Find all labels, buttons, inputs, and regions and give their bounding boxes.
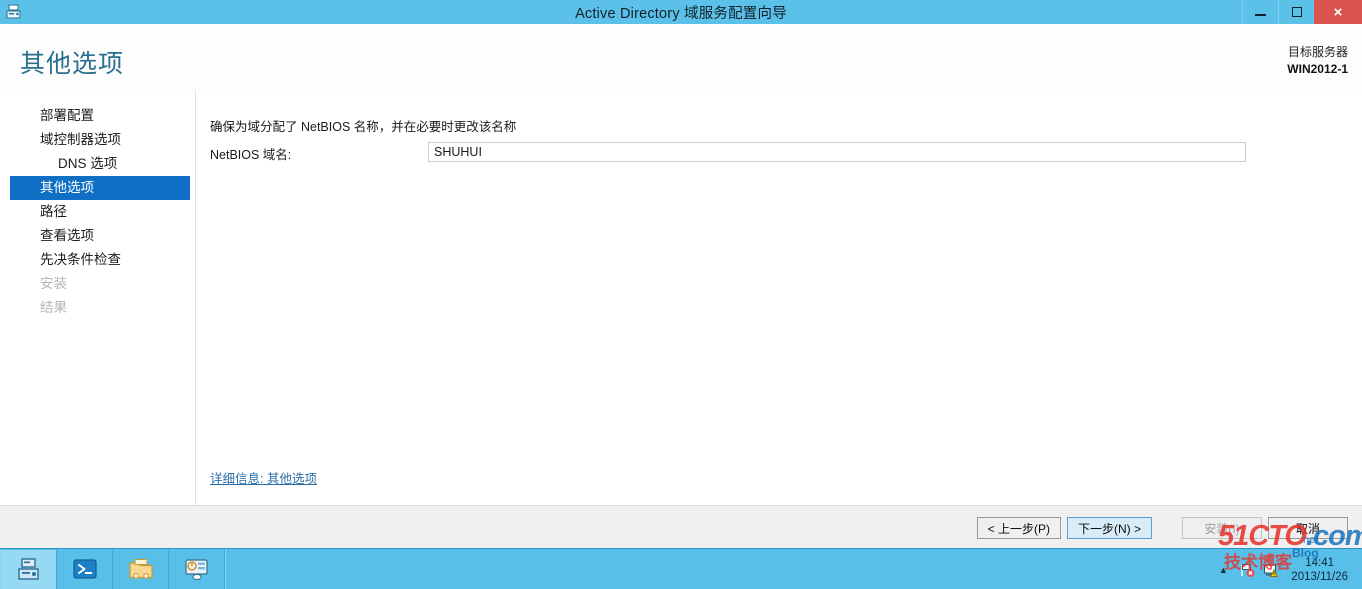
powershell-icon: [72, 559, 97, 579]
sidebar-item-dns-options[interactable]: DNS 选项: [10, 152, 190, 176]
netbios-domain-input[interactable]: [428, 142, 1246, 162]
window-controls: ×: [1242, 0, 1362, 24]
minimize-button[interactable]: [1242, 0, 1278, 24]
instruction-text: 确保为域分配了 NetBIOS 名称，并在必要时更改该名称: [210, 120, 517, 134]
action-center-icon[interactable]: [1235, 549, 1259, 589]
maximize-restore-button[interactable]: [1278, 0, 1314, 24]
taskbar-clock[interactable]: 14:41 2013/11/26: [1283, 556, 1356, 584]
next-button[interactable]: 下一步(N) >: [1066, 517, 1152, 539]
cancel-button[interactable]: 取消: [1268, 517, 1348, 539]
show-hidden-icons-button[interactable]: ▲: [1211, 549, 1235, 589]
page-title: 其他选项: [20, 50, 125, 78]
title-bar: Active Directory 域服务配置向导 ×: [0, 0, 1362, 24]
ad-ds-configuration-wizard-window: Active Directory 域服务配置向导 × 其他选项 目标服务器 WI…: [0, 0, 1362, 589]
netbios-domain-label: NetBIOS 域名:: [210, 148, 292, 162]
main-panel: 确保为域分配了 NetBIOS 名称，并在必要时更改该名称 NetBIOS 域名…: [196, 90, 1362, 505]
taskbar-item-server-manager[interactable]: [1, 549, 57, 589]
windows-taskbar: ▲ 14:41 2013/11/26: [0, 548, 1362, 589]
wizard-body: 部署配置 域控制器选项 DNS 选项 其他选项 路径 查看选项 先决条件检查 安…: [0, 90, 1362, 505]
control-panel-icon: [184, 559, 208, 581]
folder-icon: [128, 559, 153, 579]
taskbar-item-control-panel[interactable]: [169, 549, 225, 589]
sidebar-item-domain-controller-options[interactable]: 域控制器选项: [10, 128, 190, 152]
previous-button[interactable]: < 上一步(P): [976, 517, 1061, 539]
more-about-options-link[interactable]: 详细信息: 其他选项: [210, 468, 317, 487]
taskbar-item-file-explorer[interactable]: [113, 549, 169, 589]
network-warning-icon[interactable]: [1259, 549, 1283, 589]
install-button: 安装(I): [1182, 517, 1262, 539]
taskbar-items-end: [225, 548, 226, 589]
sidebar-item-additional-options[interactable]: 其他选项: [10, 176, 190, 200]
restore-icon: [1291, 7, 1302, 17]
wizard-header: 其他选项 目标服务器 WIN2012-1: [0, 24, 1362, 90]
wizard-steps-sidebar: 部署配置 域控制器选项 DNS 选项 其他选项 路径 查看选项 先决条件检查 安…: [0, 104, 195, 320]
server-manager-icon: [17, 558, 39, 580]
footer-button-group: < 上一步(P) 下一步(N) > 安装(I) 取消: [971, 517, 1348, 539]
sidebar-item-review-options[interactable]: 查看选项: [10, 224, 190, 248]
sidebar-item-prerequisites-check[interactable]: 先决条件检查: [10, 248, 190, 272]
wizard-footer: < 上一步(P) 下一步(N) > 安装(I) 取消: [0, 506, 1362, 548]
clock-date: 2013/11/26: [1291, 570, 1348, 583]
minimize-icon: [1255, 14, 1266, 16]
close-button[interactable]: ×: [1314, 0, 1362, 24]
target-server-label: 目标服务器: [1287, 45, 1348, 59]
sidebar-item-results: 结果: [40, 300, 67, 315]
system-tray: ▲ 14:41 2013/11/26: [1211, 549, 1362, 589]
target-server-block: 目标服务器 WIN2012-1: [1287, 44, 1348, 78]
sidebar-item-deployment-config[interactable]: 部署配置: [10, 104, 190, 128]
taskbar-item-powershell[interactable]: [57, 549, 113, 589]
sidebar-item-paths[interactable]: 路径: [10, 200, 190, 224]
window-title: Active Directory 域服务配置向导: [575, 5, 787, 22]
netbios-field-row: NetBIOS 域名:: [210, 142, 1246, 162]
target-server-name: WIN2012-1: [1287, 62, 1348, 76]
clock-time: 14:41: [1305, 556, 1335, 569]
sidebar-item-installation: 安装: [40, 276, 67, 291]
